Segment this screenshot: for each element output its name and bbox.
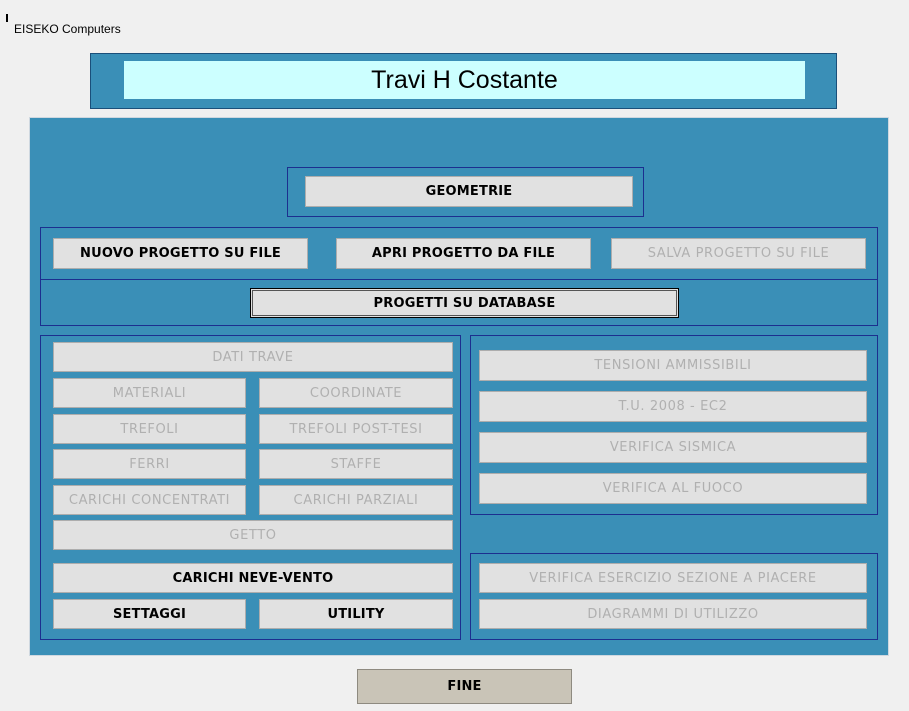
geometrie-button[interactable]: GEOMETRIE — [305, 176, 633, 207]
page-title: Travi H Costante — [124, 61, 805, 99]
new-project-file-button[interactable]: NUOVO PROGETTO SU FILE — [53, 238, 308, 269]
trefoli-post-tesi-button[interactable]: TREFOLI POST-TESI — [259, 414, 453, 444]
window-corner-mark — [6, 14, 8, 22]
settaggi-button[interactable]: SETTAGGI — [53, 599, 246, 629]
dati-trave-button[interactable]: DATI TRAVE — [53, 342, 453, 372]
coordinate-button[interactable]: COORDINATE — [259, 378, 453, 408]
ferri-button[interactable]: FERRI — [53, 449, 246, 479]
staffe-button[interactable]: STAFFE — [259, 449, 453, 479]
verifica-esercizio-button[interactable]: VERIFICA ESERCIZIO SEZIONE A PIACERE — [479, 563, 867, 593]
materiali-button[interactable]: MATERIALI — [53, 378, 246, 408]
save-project-file-button[interactable]: SALVA PROGETTO SU FILE — [611, 238, 866, 269]
diagrammi-utilizzo-button[interactable]: DIAGRAMMI DI UTILIZZO — [479, 599, 867, 629]
carichi-parziali-button[interactable]: CARICHI PARZIALI — [259, 485, 453, 515]
utility-button[interactable]: UTILITY — [259, 599, 453, 629]
file-frame-divider — [40, 279, 878, 280]
getto-button[interactable]: GETTO — [53, 520, 453, 550]
window-title: EISEKO Computers — [14, 22, 121, 36]
trefoli-button[interactable]: TREFOLI — [53, 414, 246, 444]
verifica-fuoco-button[interactable]: VERIFICA AL FUOCO — [479, 473, 867, 504]
carichi-neve-vento-button[interactable]: CARICHI NEVE-VENTO — [53, 563, 453, 593]
carichi-concentrati-button[interactable]: CARICHI CONCENTRATI — [53, 485, 246, 515]
verifica-sismica-button[interactable]: VERIFICA SISMICA — [479, 432, 867, 463]
fine-button[interactable]: FINE — [357, 669, 572, 704]
tu-2008-ec2-button[interactable]: T.U. 2008 - EC2 — [479, 391, 867, 422]
database-projects-button[interactable]: PROGETTI SU DATABASE — [250, 288, 679, 318]
tensioni-ammissibili-button[interactable]: TENSIONI AMMISSIBILI — [479, 350, 867, 381]
open-project-file-button[interactable]: APRI PROGETTO DA FILE — [336, 238, 591, 269]
